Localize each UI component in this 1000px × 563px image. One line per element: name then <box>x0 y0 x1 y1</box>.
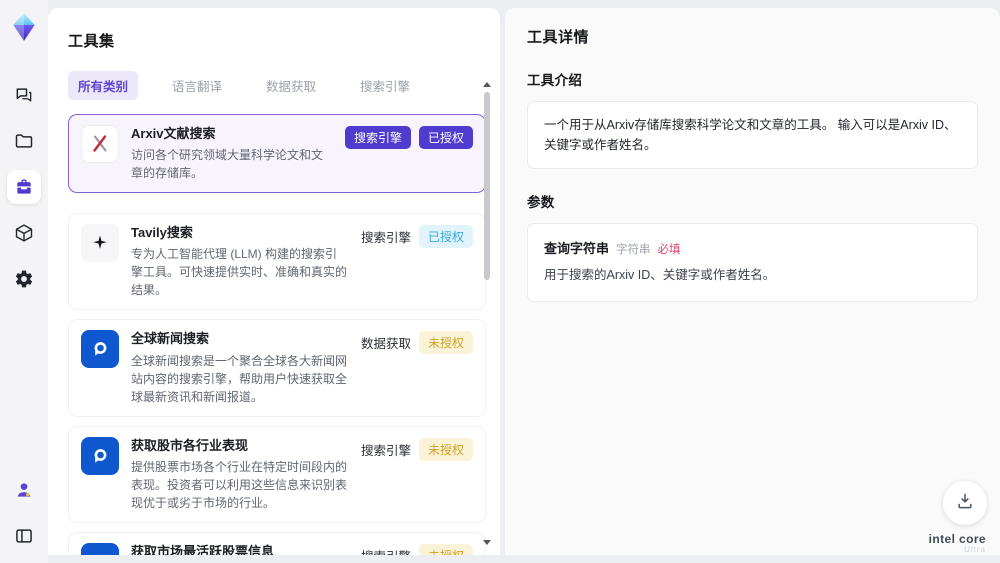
tool-title: 全球新闻搜索 <box>131 331 210 347</box>
sidebar-rail <box>0 0 48 563</box>
list-scrollbar[interactable] <box>483 82 491 545</box>
detail-title: 工具详情 <box>527 29 590 46</box>
auth-status-badge: 已授权 <box>418 126 473 149</box>
params-heading: 参数 <box>527 195 555 210</box>
scrollbar-thumb[interactable] <box>484 92 490 280</box>
chat-icon <box>14 85 34 105</box>
news-provider-logo-icon <box>81 542 119 555</box>
tab-search-engine[interactable]: 搜索引擎 <box>350 71 420 100</box>
param-required-flag: 必填 <box>657 244 681 256</box>
panel-toggle-icon <box>14 526 34 546</box>
tool-description: 专为人工智能代理 (LLM) 构建的搜索引擎工具。可快速提供实时、准确和真实的结… <box>131 247 348 298</box>
tool-intro-text: 一个用于从Arxiv存储库搜索科学论文和文章的工具。 输入可以是Arxiv ID… <box>527 101 978 169</box>
tool-detail-panel: 工具详情 工具介绍 一个用于从Arxiv存储库搜索科学论文和文章的工具。 输入可… <box>505 8 1000 555</box>
tool-card-list: Arxiv文献搜索 访问各个研究领域大量科学论文和文章的存储库。 搜索引擎 已授… <box>68 114 486 555</box>
category-tabs: 所有类别 语言翻译 数据获取 搜索引擎 <box>68 71 486 100</box>
category-label: 搜索引擎 <box>360 231 411 246</box>
tool-description: 提供股票市场各个行业在特定时间段内的表现。投资者可以利用这些信息来识别表现优于或… <box>131 459 348 510</box>
sidebar-item-collapse[interactable] <box>7 519 41 553</box>
tab-data-fetch[interactable]: 数据获取 <box>256 71 326 100</box>
param-type: 字符串 <box>616 244 651 256</box>
intro-heading: 工具介绍 <box>527 73 583 88</box>
folder-icon <box>14 131 34 151</box>
gear-icon <box>14 269 34 289</box>
auth-status-badge: 已授权 <box>418 225 473 249</box>
tool-title: 获取股市各行业表现 <box>131 437 249 453</box>
intel-core-logo: intel core Ultra <box>929 532 986 555</box>
category-label: 搜索引擎 <box>361 546 411 555</box>
tool-card-sector-performance[interactable]: 获取股市各行业表现 提供股票市场各个行业在特定时间段内的表现。投资者可以利用这些… <box>68 425 486 523</box>
app-window: 工具集 所有类别 语言翻译 数据获取 搜索引擎 Arxiv文献搜索 访问各个研究… <box>0 0 1000 563</box>
app-logo-icon <box>9 12 39 42</box>
news-provider-logo-icon <box>81 436 119 475</box>
scroll-up-icon[interactable] <box>483 82 491 87</box>
user-icon <box>14 480 34 500</box>
tool-title: Arxiv文献搜索 <box>131 126 216 141</box>
auth-status-badge: 未授权 <box>418 543 473 555</box>
tool-description: 全球新闻搜索是一个聚合全球各大新闻网站内容的搜索引擎，帮助用户快速获取全球最新资… <box>131 353 348 404</box>
param-name: 查询字符串 <box>544 241 610 256</box>
auth-status-badge: 未授权 <box>418 331 473 355</box>
category-badge: 搜索引擎 <box>344 126 411 149</box>
tool-card-most-active-stocks[interactable]: 获取市场最活跃股票信息 提供当天交易量最高的股票列表，投资者可以利用这些信息来识… <box>68 531 486 555</box>
scroll-down-icon[interactable] <box>483 540 491 545</box>
tool-card-arxiv[interactable]: Arxiv文献搜索 访问各个研究领域大量科学论文和文章的存储库。 搜索引擎 已授… <box>68 114 486 194</box>
tool-description: 访问各个研究领域大量科学论文和文章的存储库。 <box>131 148 324 181</box>
category-label: 数据获取 <box>360 337 411 352</box>
tool-card-tavily[interactable]: Tavily搜索 专为人工智能代理 (LLM) 构建的搜索引擎工具。可快速提供实… <box>68 213 486 311</box>
sidebar-item-account[interactable] <box>7 473 41 507</box>
tools-list-panel: 工具集 所有类别 语言翻译 数据获取 搜索引擎 Arxiv文献搜索 访问各个研究… <box>48 8 500 555</box>
news-provider-logo-icon <box>81 330 119 369</box>
tavily-star-icon <box>81 224 119 263</box>
tool-card-global-news[interactable]: 全球新闻搜索 全球新闻搜索是一个聚合全球各大新闻网站内容的搜索引擎，帮助用户快速… <box>68 319 486 417</box>
download-icon <box>955 491 975 516</box>
sidebar-item-tools[interactable] <box>7 170 41 204</box>
parameter-card: 查询字符串 字符串 必填 用于搜索的Arxiv ID、关键字或作者姓名。 <box>527 223 978 302</box>
content-area: 工具集 所有类别 语言翻译 数据获取 搜索引擎 Arxiv文献搜索 访问各个研究… <box>48 0 1000 563</box>
page-title: 工具集 <box>68 33 115 50</box>
category-label: 搜索引擎 <box>360 443 411 458</box>
toolbox-icon <box>14 177 34 197</box>
brand-subtext: Ultra <box>964 545 986 555</box>
arxiv-logo-icon <box>81 125 119 163</box>
sidebar-item-chat[interactable] <box>7 78 41 112</box>
cube-icon <box>14 223 34 243</box>
tool-title: 获取市场最活跃股票信息 <box>131 543 275 555</box>
sidebar-item-settings[interactable] <box>7 262 41 296</box>
download-button[interactable] <box>943 481 987 525</box>
tab-all-categories[interactable]: 所有类别 <box>68 71 139 100</box>
tab-language-translation[interactable]: 语言翻译 <box>162 71 232 100</box>
tool-title: Tavily搜索 <box>131 225 193 241</box>
param-description: 用于搜索的Arxiv ID、关键字或作者姓名。 <box>544 268 776 282</box>
auth-status-badge: 未授权 <box>418 437 473 461</box>
sidebar-item-files[interactable] <box>7 124 41 158</box>
sidebar-item-models[interactable] <box>7 216 41 250</box>
